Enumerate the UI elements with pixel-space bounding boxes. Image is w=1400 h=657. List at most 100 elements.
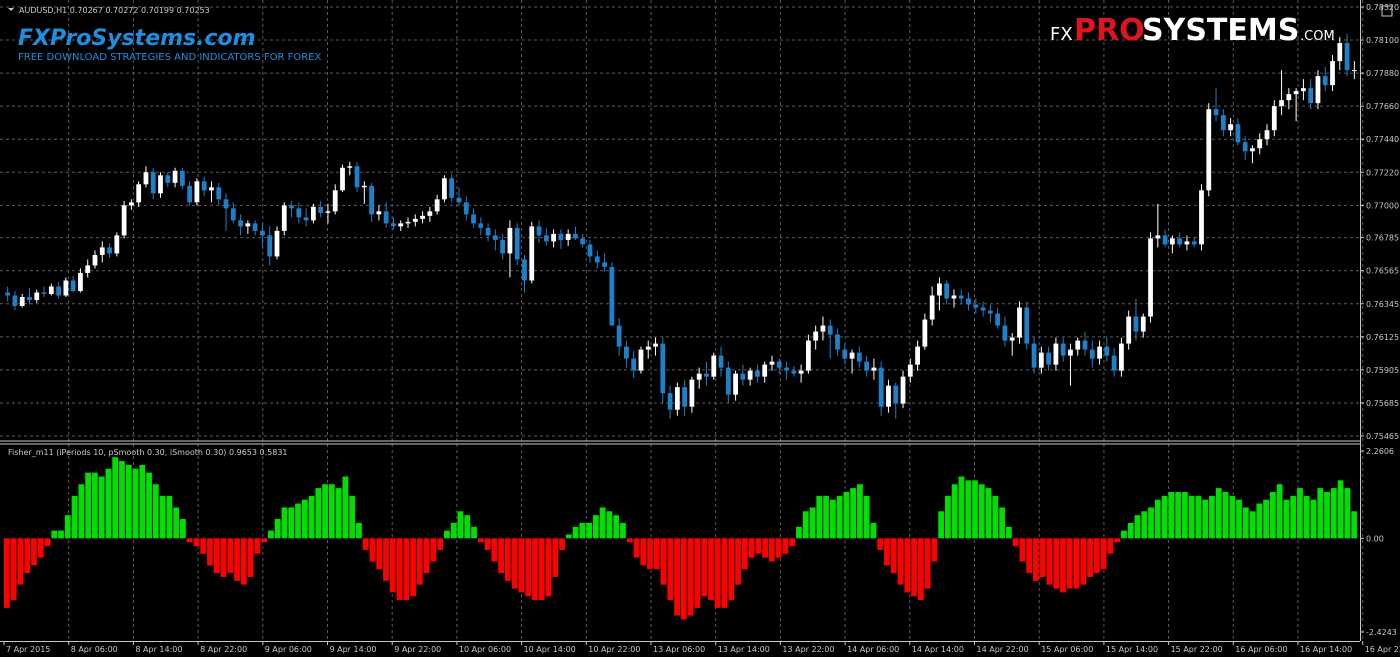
candle	[449, 173, 455, 203]
indicator-tick-label: 0.00	[1366, 534, 1384, 543]
indicator-bar	[335, 488, 342, 539]
indicator-bar	[362, 538, 369, 550]
candle-body	[1155, 235, 1161, 239]
indicator-bar	[24, 538, 31, 574]
indicator-bar	[1046, 538, 1053, 585]
candle	[886, 379, 891, 413]
candle-body	[361, 185, 367, 188]
candle	[1301, 79, 1306, 101]
indicator-bar	[254, 538, 261, 554]
candle	[1235, 118, 1241, 146]
indicator-bar	[227, 538, 234, 574]
indicator-bar	[369, 538, 376, 562]
candle	[260, 223, 265, 248]
price-tick-label: 0.76345	[1366, 300, 1399, 309]
price-axis: 0.78320 0.78100 0.77880 0.77660 0.77440 0.772…	[1360, 3, 1399, 441]
dropdown-arrow-icon[interactable]	[8, 8, 14, 11]
candle-body	[1337, 43, 1343, 62]
candle-body	[755, 370, 760, 377]
candle	[594, 250, 600, 269]
candle-body	[238, 220, 243, 227]
indicator-bar	[999, 507, 1005, 539]
candle-body	[594, 256, 600, 263]
candle	[383, 202, 389, 228]
indicator-axis: 2.2606 0.00 -2.4243	[1360, 447, 1397, 637]
logo-right-systems: SYSTEMS	[1142, 13, 1299, 48]
candle-body	[1228, 124, 1233, 131]
indicator-bar	[1012, 538, 1019, 547]
candle	[1191, 236, 1197, 248]
candle	[755, 364, 760, 383]
indicator-bar	[870, 522, 877, 539]
candle-body	[842, 349, 848, 359]
candle	[587, 239, 593, 263]
candle-body	[813, 331, 819, 341]
candle	[209, 181, 214, 203]
candle-body	[973, 304, 979, 308]
indicator-bar	[924, 538, 931, 589]
candle-body	[5, 292, 11, 296]
candle-body	[1322, 76, 1328, 86]
price-tick-label: 0.75465	[1366, 432, 1399, 441]
indicator-bar	[1283, 499, 1290, 539]
candle	[456, 187, 462, 206]
indicator-bar	[525, 538, 532, 597]
candle	[463, 196, 469, 221]
candle	[478, 217, 484, 236]
candle-body	[245, 223, 251, 227]
candle-body	[1250, 148, 1255, 152]
time-tick-label: 16 Apr 22:00	[1365, 645, 1400, 654]
indicator-bar	[1297, 488, 1303, 539]
candle-body	[660, 343, 666, 394]
time-tick-label: 14 Apr 06:00	[847, 645, 899, 654]
candle-body	[41, 292, 47, 295]
candle-body	[966, 298, 971, 305]
candle	[937, 277, 942, 311]
candle-body	[893, 385, 899, 404]
indicator-bar	[444, 530, 450, 539]
indicator-bar	[234, 538, 240, 581]
candle	[856, 346, 862, 368]
indicator-bar	[44, 538, 51, 547]
candle	[12, 290, 18, 311]
indicator-bar	[863, 495, 870, 539]
candle-body	[558, 233, 564, 240]
candle	[41, 286, 47, 298]
candle-body	[412, 218, 418, 222]
candle-body	[587, 244, 593, 257]
candle-body	[551, 233, 556, 242]
candle-body	[733, 373, 738, 395]
indicator-bar	[146, 472, 152, 539]
indicator-bar	[1222, 491, 1229, 539]
candle-body	[995, 313, 1001, 326]
indicator-bar	[1209, 495, 1215, 539]
indicator-bar	[538, 538, 545, 601]
indicator-bar	[735, 538, 741, 585]
candle-body	[1038, 352, 1044, 368]
candle	[631, 351, 637, 379]
candle	[514, 223, 520, 266]
candle-body	[791, 370, 797, 374]
indicator-bar	[660, 538, 667, 585]
candle	[842, 343, 848, 365]
candle	[704, 361, 709, 386]
candle-body	[1191, 241, 1197, 245]
candle	[551, 229, 556, 248]
candle-body	[1220, 115, 1226, 131]
candle	[776, 358, 782, 374]
time-tick-label: 9 Apr 06:00	[265, 645, 312, 654]
candle	[543, 227, 549, 246]
indicator-bar	[1249, 511, 1256, 539]
candle	[580, 233, 586, 248]
candle-body	[667, 393, 673, 410]
indicator-bar	[667, 538, 674, 601]
candle-body	[398, 223, 404, 227]
candle-body	[1315, 76, 1321, 104]
candle-body	[1271, 106, 1277, 131]
candle	[179, 167, 185, 189]
candle-body	[1060, 343, 1066, 356]
indicator-bar	[1127, 522, 1134, 539]
candle	[19, 294, 25, 308]
candle-body	[638, 349, 644, 371]
candle	[1308, 79, 1314, 110]
